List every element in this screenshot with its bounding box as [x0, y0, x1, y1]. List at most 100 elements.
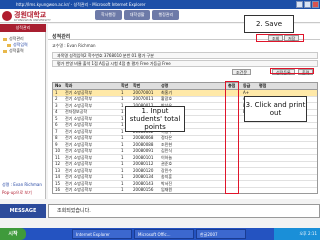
table-cell: 1	[121, 109, 124, 114]
professor-name: 교수명 : Evan Richman	[52, 43, 96, 48]
table-cell: 20080091	[133, 148, 154, 153]
table-cell: 전기 소방공학부	[65, 167, 93, 173]
university-logo-icon	[2, 11, 12, 21]
table-cell: 2	[55, 96, 58, 101]
table-cell: 전기 소방공학부	[65, 148, 93, 153]
table-cell: 1	[121, 174, 124, 179]
callout-print: 3. Click and print out	[244, 96, 307, 122]
table-cell: 1	[121, 148, 124, 153]
nav-item-administration[interactable]: 행정관리	[152, 10, 180, 20]
table-cell: 이하늘	[161, 154, 173, 160]
grading-ratio-row: 평가 반영 비율 출석 1점 A등급 시험 4점 총 평가 Free 가등급 F…	[52, 60, 318, 67]
table-cell: 15	[55, 180, 61, 186]
table-cell: 전기 소방공학부	[65, 128, 93, 134]
clock: 오후 2:11	[274, 228, 320, 240]
table-cell: 20080120	[133, 167, 154, 173]
table-cell: 5	[55, 115, 58, 121]
table-cell: 6	[55, 122, 58, 127]
table-cell: 10	[55, 148, 61, 153]
sidebar-user: 성명 : Evan Richman	[2, 182, 42, 187]
table-cell: 박서진	[161, 180, 173, 186]
popup-link[interactable]: Pop-up으로 보기	[2, 190, 32, 196]
table-cell: 전기 소방공학부	[65, 180, 93, 186]
table-cell: 전자정보공학	[65, 109, 88, 114]
table-cell: 20080134	[133, 174, 154, 179]
table-cell: 14	[55, 174, 61, 179]
table-cell: 전기 소방공학부	[65, 89, 93, 95]
table-cell: 조민현	[161, 141, 173, 147]
table-cell: 1	[121, 128, 124, 134]
table-cell: 전기 소방공학부	[65, 96, 93, 101]
table-cell: 강민수	[161, 167, 173, 173]
table-cell: 전기 소방공학부	[65, 102, 93, 108]
table-cell: 1	[121, 161, 124, 166]
table-cell: 20080101	[133, 154, 154, 160]
table-cell: 전기 소방공학부	[65, 135, 93, 140]
table-cell: 1	[121, 122, 124, 127]
table-cell: 13	[55, 167, 61, 173]
print-highlight	[270, 68, 314, 74]
column-header: 학년	[121, 83, 129, 88]
table-cell: 1	[55, 89, 58, 95]
save-highlight	[256, 34, 304, 42]
sidebar-title: 성적관리	[0, 24, 46, 32]
table-cell: 권준호	[161, 161, 173, 166]
folder-icon	[3, 37, 7, 41]
table-cell: 전기 소방공학부	[65, 187, 93, 192]
table-cell: 1	[121, 102, 124, 108]
table-cell: 20080068	[133, 135, 154, 140]
selected-row-highlight	[53, 89, 317, 96]
table-cell: 전기 소방공학부	[65, 161, 93, 166]
table-cell: 3	[55, 102, 58, 108]
taskbar-item-office[interactable]: Microsoft Offic...	[134, 229, 194, 239]
message-text: 조회되었습니다.	[48, 204, 320, 218]
table-cell: 11	[55, 154, 61, 160]
table-cell: 20080088	[133, 141, 154, 147]
table-cell: 1	[121, 89, 124, 95]
table-cell: 전기 소방공학부	[65, 122, 93, 127]
table-cell: 전기 소방공학부	[65, 154, 93, 160]
start-button[interactable]: 시작	[0, 228, 26, 240]
table-cell: 1	[121, 135, 124, 140]
table-row[interactable]: 16 전기 소방공학부 1 20080156 임재원	[53, 187, 317, 193]
nav-item-academic[interactable]: 학사행정	[95, 10, 122, 20]
table-cell: 1	[121, 154, 124, 160]
table-cell: 최홍기	[161, 89, 173, 95]
table-cell: 12	[55, 161, 61, 166]
table-cell: 20080112	[133, 161, 154, 166]
condition-button[interactable]: 조건문	[232, 69, 252, 75]
taskbar-item-hangul[interactable]: 한글2007	[196, 229, 246, 239]
close-button[interactable]	[312, 1, 319, 8]
message-label: MESSAGE	[0, 204, 46, 218]
nav-item-campus-life[interactable]: 대학생활	[123, 10, 151, 20]
table-cell: 1	[121, 115, 124, 121]
table-cell: 전기 소방공학부	[65, 174, 93, 179]
sidebar-item-grade-print[interactable]: 성적출력	[3, 48, 24, 54]
table-cell: 김민식	[161, 148, 173, 153]
table-cell: 16	[55, 187, 61, 192]
table-cell: 20080156	[133, 187, 154, 192]
sidebar-item-label: 성적출력	[9, 48, 24, 53]
sidebar-item-label: 성적관리	[9, 36, 24, 41]
table-cell: 1	[121, 180, 124, 186]
table-cell: 임재원	[161, 187, 173, 192]
table-cell: 전기 소방공학부	[65, 115, 93, 121]
table-cell: 정다은	[161, 135, 173, 140]
table-cell: 1	[121, 187, 124, 192]
table-cell: 1	[121, 141, 124, 147]
maximize-button[interactable]	[304, 1, 311, 8]
column-header: 학과	[65, 83, 73, 88]
total-points-column-highlight	[225, 81, 239, 194]
minimize-button[interactable]	[296, 1, 303, 8]
table-cell: 전기 소방공학부	[65, 141, 93, 147]
table-cell: 7	[55, 128, 58, 134]
table-cell: 20070001	[133, 89, 154, 95]
page-title: 성적관리	[52, 34, 71, 40]
sidebar-item-label: 성적입력	[13, 42, 28, 47]
table-cell: 1	[121, 96, 124, 101]
top-navigation: 학사행정 대학생활 행정관리	[95, 10, 180, 20]
table-cell: 1	[121, 167, 124, 173]
folder-icon	[3, 49, 7, 53]
taskbar-item-ie[interactable]: Internet Explorer	[72, 229, 132, 239]
column-header: 성명	[161, 83, 169, 88]
